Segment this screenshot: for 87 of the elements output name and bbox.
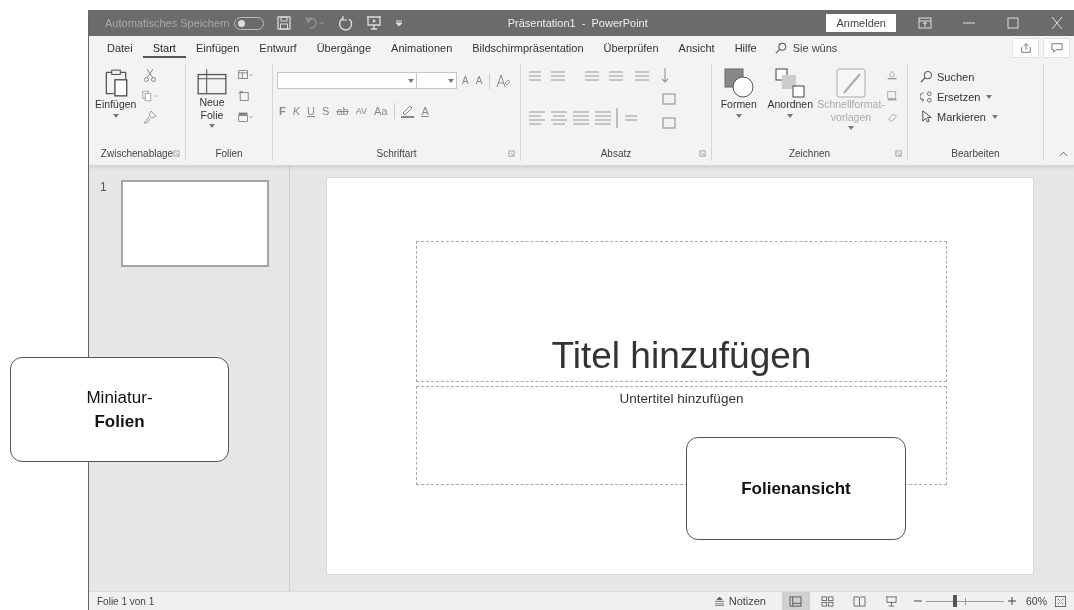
group-label: Absatz bbox=[600, 147, 632, 159]
window-title: Präsentation1 - PowerPoint bbox=[507, 17, 648, 29]
arrange-button[interactable]: Anordnen bbox=[765, 66, 815, 123]
ribbon-tab[interactable]: Überprüfen bbox=[593, 38, 669, 58]
presentation-icon[interactable] bbox=[365, 15, 382, 31]
grid-icon bbox=[821, 595, 835, 607]
sign-in-button[interactable]: Anmelden bbox=[826, 14, 896, 32]
group-label: Zwischenablage bbox=[100, 147, 174, 159]
ribbon-tab[interactable]: Einfügen bbox=[185, 38, 250, 58]
brush-icon bbox=[836, 68, 866, 98]
undo-icon[interactable] bbox=[303, 15, 326, 31]
group-label: Bearbeiten bbox=[951, 147, 1000, 159]
caret-icon[interactable] bbox=[991, 114, 998, 119]
ribbon-tab[interactable]: Datei bbox=[97, 38, 143, 58]
cut-icon[interactable] bbox=[142, 68, 159, 82]
normal-view-button[interactable] bbox=[782, 592, 810, 610]
caret-icon[interactable] bbox=[408, 78, 414, 83]
fit-to-window-icon[interactable] bbox=[1055, 595, 1066, 607]
paste-button[interactable]: Einfügen bbox=[93, 66, 139, 123]
group-label: Schriftart bbox=[376, 147, 417, 159]
ribbon-tab[interactable]: Übergänge bbox=[306, 38, 382, 58]
autosave-label: Automatisches Speichern bbox=[105, 17, 230, 29]
comments-button[interactable] bbox=[1043, 38, 1070, 58]
caret-icon[interactable] bbox=[209, 124, 215, 129]
zoom-slider[interactable] bbox=[926, 595, 1004, 607]
title-placeholder[interactable]: Titel hinzufügen bbox=[416, 241, 947, 382]
share-icon bbox=[1019, 42, 1032, 54]
zoom-handle[interactable] bbox=[952, 595, 957, 607]
slide-layout-icon bbox=[196, 68, 228, 96]
comment-icon bbox=[1050, 42, 1063, 54]
dialog-launcher-icon[interactable] bbox=[895, 149, 902, 157]
shapes-icon bbox=[723, 68, 754, 98]
ribbon-display-icon[interactable] bbox=[918, 17, 932, 29]
callout-text: Miniatur- Folien bbox=[86, 386, 153, 433]
redo-icon[interactable] bbox=[337, 15, 354, 31]
cursor-icon bbox=[920, 110, 933, 123]
section-icon[interactable] bbox=[238, 110, 254, 124]
save-icon[interactable] bbox=[275, 15, 292, 31]
slide-thumbnail[interactable] bbox=[120, 180, 269, 267]
zoom-out-icon[interactable] bbox=[914, 597, 922, 605]
group-label: Folien bbox=[215, 147, 243, 159]
slide-counter: Folie 1 von 1 bbox=[97, 595, 155, 607]
group-label: Zeichnen bbox=[788, 147, 831, 159]
caret-icon[interactable] bbox=[787, 113, 794, 118]
notes-button[interactable]: Notizen bbox=[707, 594, 772, 608]
dialog-launcher-icon[interactable] bbox=[508, 149, 515, 157]
maximize-icon[interactable] bbox=[1006, 17, 1020, 29]
tell-me-field[interactable]: Sie wüns bbox=[792, 42, 838, 54]
search-icon bbox=[774, 42, 787, 54]
caret-icon[interactable] bbox=[112, 113, 119, 118]
new-slide-button[interactable]: Neue Folie bbox=[190, 66, 234, 134]
collapse-ribbon-icon[interactable] bbox=[1059, 151, 1068, 157]
ribbon-tab[interactable]: Entwurf bbox=[249, 38, 307, 58]
ribbon-tab[interactable]: Animationen bbox=[381, 38, 463, 58]
shapes-button[interactable]: Formen bbox=[716, 66, 762, 123]
share-button[interactable] bbox=[1012, 38, 1039, 58]
normal-view-icon bbox=[789, 595, 803, 607]
copy-icon[interactable] bbox=[142, 89, 159, 103]
clear-format-icon[interactable] bbox=[495, 73, 512, 88]
replace-button[interactable]: Ersetzen bbox=[920, 88, 1000, 105]
ribbon-tab[interactable]: Bildschirmpräsentation bbox=[462, 38, 594, 58]
customize-icon[interactable] bbox=[393, 18, 404, 28]
ribbon-tab[interactable]: Hilfe bbox=[724, 38, 767, 58]
dialog-launcher-icon[interactable] bbox=[173, 149, 180, 157]
caret-icon[interactable] bbox=[448, 78, 454, 83]
find-button[interactable]: Suchen bbox=[920, 68, 1000, 85]
arrange-icon bbox=[775, 68, 806, 98]
presentation-icon bbox=[885, 595, 899, 607]
slide-number: 1 bbox=[100, 180, 107, 196]
zoom-level[interactable]: 60% bbox=[1026, 595, 1047, 607]
zoom-in-icon[interactable] bbox=[1008, 597, 1016, 605]
font-size-field[interactable] bbox=[417, 72, 457, 89]
highlighter-icon[interactable] bbox=[400, 104, 417, 118]
replace-icon bbox=[920, 90, 933, 103]
caret-icon[interactable] bbox=[986, 94, 993, 99]
select-button[interactable]: Markieren bbox=[920, 108, 1000, 125]
ribbon-tab[interactable]: Ansicht bbox=[668, 38, 725, 58]
book-icon bbox=[853, 595, 867, 607]
layout-icon[interactable] bbox=[238, 68, 254, 82]
dialog-launcher-icon[interactable] bbox=[699, 149, 706, 157]
search-icon bbox=[920, 70, 933, 83]
font-name-field[interactable] bbox=[277, 72, 417, 89]
close-icon[interactable] bbox=[1050, 17, 1064, 29]
caret-icon[interactable] bbox=[735, 113, 742, 118]
notes-icon bbox=[713, 596, 725, 606]
format-painter-icon[interactable] bbox=[142, 110, 159, 124]
ribbon-tab[interactable]: Start bbox=[142, 38, 186, 58]
